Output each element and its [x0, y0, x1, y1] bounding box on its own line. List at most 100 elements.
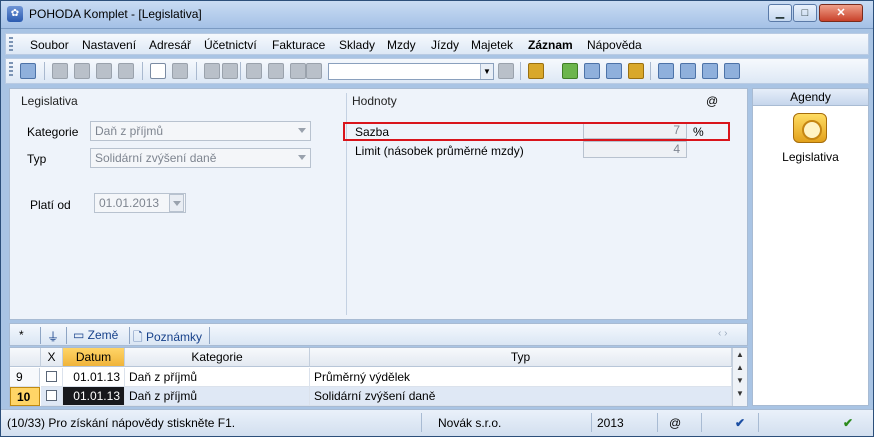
tab-separator: [209, 327, 210, 344]
toolbar-separator: [196, 62, 197, 80]
menu-grip[interactable]: [9, 37, 13, 51]
cancel-icon[interactable]: [290, 63, 306, 79]
forward-arrow-icon[interactable]: [222, 63, 238, 79]
minimize-button[interactable]: ▁: [768, 4, 792, 22]
menu-fakturace[interactable]: Fakturace: [272, 38, 325, 52]
menu-nastaveni[interactable]: Nastavení: [82, 38, 136, 52]
filter-icon[interactable]: ⏚: [47, 328, 59, 345]
kategorie-select[interactable]: Daň z příjmů: [90, 121, 311, 141]
typ-select[interactable]: Solidární zvýšení daně: [90, 148, 311, 168]
date-picker-button[interactable]: [169, 194, 184, 212]
report-icon[interactable]: [658, 63, 674, 79]
legislativa-icon[interactable]: [793, 113, 827, 143]
status-separator: [758, 413, 759, 432]
title-bar[interactable]: ✿ POHODA Komplet - [Legislativa] ▁ □ ✕: [1, 1, 873, 29]
list-icon[interactable]: [680, 63, 696, 79]
back-arrow-icon[interactable]: [204, 63, 220, 79]
menu-sklady[interactable]: Sklady: [339, 38, 375, 52]
application-window: ✿ POHODA Komplet - [Legislativa] ▁ □ ✕ S…: [0, 0, 874, 437]
column-header-typ[interactable]: Typ: [310, 348, 732, 367]
maximize-button[interactable]: □: [793, 4, 817, 22]
menu-majetek[interactable]: Majetek: [471, 38, 513, 52]
copy-icon[interactable]: [52, 63, 68, 79]
filter-icon[interactable]: [498, 63, 514, 79]
table-scrollbar[interactable]: ▲ ▲ ▼ ▼: [732, 348, 747, 406]
calculator-icon[interactable]: [584, 63, 600, 79]
menu-bar: Soubor Nastavení Adresář Účetnictví Fakt…: [5, 33, 869, 55]
table-cell-datum[interactable]: 01.01.13: [63, 368, 125, 387]
agenda-item-legislativa[interactable]: Legislativa: [753, 150, 868, 164]
menu-adresar[interactable]: Adresář: [149, 38, 191, 52]
folder-icon[interactable]: [528, 63, 544, 79]
chevron-down-icon[interactable]: ▼: [480, 64, 493, 79]
scroll-down-icon[interactable]: ▼: [736, 376, 744, 385]
menu-zaznam[interactable]: Záznam: [528, 38, 573, 52]
search-combo[interactable]: ▼: [328, 63, 494, 80]
status-help-text: (10/33) Pro získání nápovědy stiskněte F…: [7, 416, 236, 430]
toolbar-separator: [240, 62, 241, 80]
ok-status-icon[interactable]: ✔: [843, 416, 853, 430]
copy-record-icon[interactable]: [74, 63, 90, 79]
column-header-x[interactable]: X: [41, 348, 63, 367]
menu-jizdy[interactable]: Jízdy: [431, 38, 459, 52]
toolbar-grip[interactable]: [9, 62, 13, 76]
tab-zeme[interactable]: ▭ Země: [73, 328, 118, 342]
scroll-top-icon[interactable]: ▲: [736, 350, 744, 359]
scroll-up-icon[interactable]: ▲: [736, 363, 744, 372]
pohoda-app-icon[interactable]: ✿: [7, 6, 23, 22]
plati-od-label: Platí od: [30, 198, 71, 212]
column-header-datum[interactable]: Datum: [63, 348, 125, 367]
chevron-down-icon[interactable]: [298, 128, 306, 133]
help-pointer-icon[interactable]: [724, 63, 740, 79]
table-cell-datum-active[interactable]: 01.01.13: [63, 387, 125, 406]
status-at[interactable]: @: [669, 416, 681, 430]
tab-poznamky[interactable]: 🗋 Poznámky: [133, 328, 202, 349]
status-separator: [591, 413, 592, 432]
tab-scroll-arrows[interactable]: ‹ ›: [718, 328, 727, 339]
coins-icon[interactable]: [628, 63, 644, 79]
table-cell-kategorie[interactable]: Daň z příjmů: [125, 368, 310, 387]
paste-icon[interactable]: [96, 63, 112, 79]
save-as-icon[interactable]: [268, 63, 284, 79]
row-number-selected[interactable]: 10: [10, 387, 40, 406]
status-company: Novák s.r.o.: [438, 416, 502, 430]
delete-icon[interactable]: [172, 63, 188, 79]
typ-value: Solidární zvýšení daně: [95, 151, 217, 165]
tab-separator: [66, 327, 67, 344]
scroll-bottom-icon[interactable]: ▼: [736, 389, 744, 398]
new-record-icon[interactable]: [150, 63, 166, 79]
row-checkbox[interactable]: [46, 390, 57, 401]
plati-od-value: 01.01.2013: [99, 196, 160, 210]
row-number[interactable]: 9: [10, 368, 40, 387]
tab-zeme-label: Země: [87, 328, 119, 342]
status-bar: (10/33) Pro získání nápovědy stiskněte F…: [1, 409, 873, 436]
checkmark-pen-icon[interactable]: ✔: [735, 416, 745, 430]
section-title-legislativa: Legislativa: [21, 94, 78, 108]
menu-soubor[interactable]: Soubor: [30, 38, 69, 52]
exit-agenda-icon[interactable]: [20, 63, 36, 79]
at-symbol[interactable]: @: [706, 94, 718, 108]
status-separator: [657, 413, 658, 432]
calendar-icon[interactable]: [606, 63, 622, 79]
status-separator: [701, 413, 702, 432]
chevron-down-icon[interactable]: [298, 155, 306, 160]
close-button[interactable]: ✕: [819, 4, 863, 22]
menu-ucetnictvi[interactable]: Účetnictví: [204, 38, 257, 52]
table-cell-typ[interactable]: Solidární zvýšení daně: [310, 387, 732, 406]
row-checkbox[interactable]: [46, 371, 57, 382]
table-cell-check[interactable]: [41, 368, 63, 387]
menu-mzdy[interactable]: Mzdy: [387, 38, 416, 52]
table-cell-typ[interactable]: Průměrný výdělek: [310, 368, 732, 387]
money-icon[interactable]: [562, 63, 578, 79]
save-icon[interactable]: [246, 63, 262, 79]
chevron-down-icon[interactable]: [173, 201, 181, 206]
table-cell-kategorie[interactable]: Daň z příjmů: [125, 387, 310, 406]
document-icon[interactable]: [702, 63, 718, 79]
tab-all[interactable]: *: [19, 328, 24, 342]
menu-napoveda[interactable]: Nápověda: [587, 38, 642, 52]
print-preview-icon[interactable]: [306, 63, 322, 79]
paste-record-icon[interactable]: [118, 63, 134, 79]
limit-input[interactable]: 4: [583, 141, 687, 158]
column-header-kategorie[interactable]: Kategorie: [125, 348, 310, 367]
table-cell-check[interactable]: [41, 387, 63, 406]
